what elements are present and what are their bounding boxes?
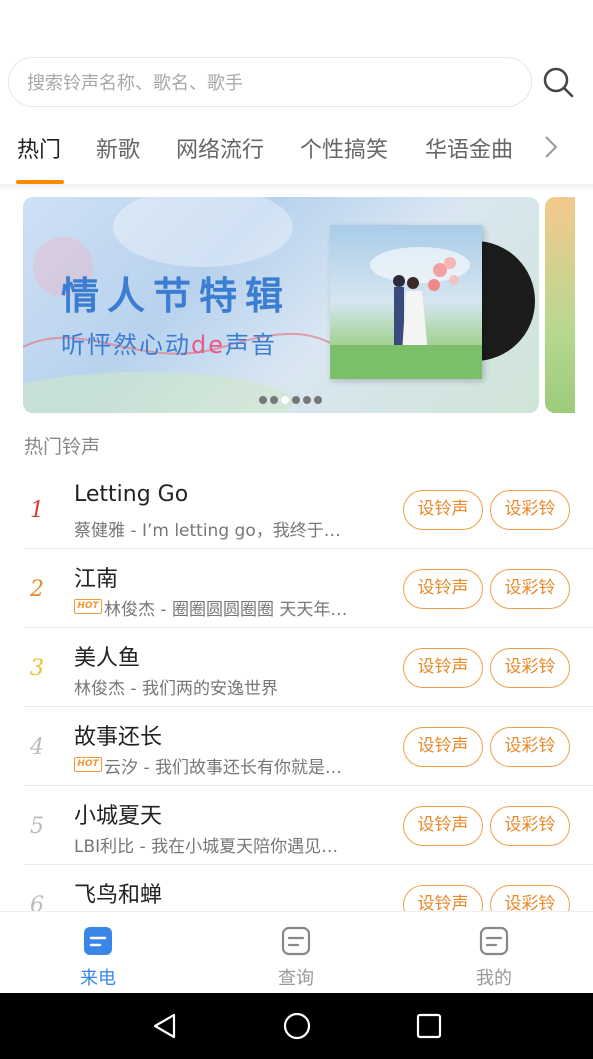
section-title: 热门铃声 [24, 436, 101, 458]
song-subtitle: 蔡健雅 - I’m letting go，我终于… [74, 521, 341, 541]
calls-icon [84, 927, 112, 955]
list-item[interactable]: 5 小城夏天 LBI利比 - 我在小城夏天陪你遇见… 设铃声 设彩铃 [0, 786, 593, 865]
set-ringtone-button[interactable]: 设铃声 [403, 806, 483, 846]
rank-number: 3 [30, 656, 44, 681]
tab-shadow [0, 184, 593, 192]
set-color-ring-button[interactable]: 设彩铃 [490, 727, 570, 767]
tab-chinese-classics[interactable]: 华语金曲 [425, 132, 513, 164]
hot-badge: HOT [74, 599, 102, 614]
category-tabs: 热门 新歌 网络流行 个性搞笑 华语金曲 [0, 120, 593, 184]
rank-number: 4 [30, 735, 44, 760]
promo-banner[interactable]: 情人节特辑 听怦然心动de声音 [23, 197, 539, 413]
rank-number: 1 [30, 498, 44, 523]
banner-subtitle: 听怦然心动de声音 [61, 331, 277, 359]
list-item[interactable]: 1 Letting Go 蔡健雅 - I’m letting go，我终于… 设铃声设… [0, 470, 593, 549]
search-bar: 搜索铃声名称、歌名、歌手 [8, 57, 577, 107]
list-item[interactable]: 4 故事还长 HOT 云汐 - 我们故事还长有你就是… 设铃声 设彩铃 [0, 707, 593, 786]
set-ringtone-button[interactable]: 设铃声 [403, 648, 483, 688]
search-input[interactable]: 搜索铃声名称、歌名、歌手 [8, 57, 532, 107]
page-dot [303, 396, 311, 404]
page-dot [259, 396, 267, 404]
set-color-ring-button[interactable]: 设彩铃 [490, 569, 570, 609]
set-ringtone-button[interactable]: 设铃声 [403, 490, 483, 530]
chevron-right-icon[interactable] [540, 132, 562, 162]
nav-label-mine: 我的 [476, 968, 512, 989]
song-title: Letting Go [74, 482, 189, 507]
system-navigation-bar [0, 993, 593, 1059]
banner-page-indicator [259, 396, 322, 404]
list-item[interactable]: 2 江南 HOT 林俊杰 - 圈圈圆圆圈圈 天天年… 设铃声 设彩铃 [0, 549, 593, 628]
song-subtitle: LBI利比 - 我在小城夏天陪你遇见… [74, 837, 339, 857]
tab-hot[interactable]: 热门 [17, 132, 61, 164]
query-icon [281, 926, 311, 956]
set-ringtone-button[interactable]: 设铃声 [403, 569, 483, 609]
home-icon[interactable] [282, 1011, 312, 1041]
set-color-ring-button[interactable]: 设彩铃 [490, 648, 570, 688]
recents-icon[interactable] [414, 1011, 444, 1041]
song-subtitle: 云汐 - 我们故事还长有你就是… [104, 758, 342, 778]
list-item[interactable]: 3 美人鱼林俊杰 - 我们两的安逸世界 设铃声 设彩铃 [0, 628, 593, 707]
set-color-ring-button[interactable]: 设彩铃 [490, 490, 570, 530]
page-dot-active [281, 396, 289, 404]
nav-item-calls[interactable]: 来电 [58, 926, 138, 990]
banner-title: 情人节特辑 [61, 274, 292, 318]
nav-item-query[interactable]: 查询 [256, 926, 336, 990]
song-subtitle: 林俊杰 - 我们两的安逸世界 [74, 679, 278, 699]
nav-label-calls: 来电 [80, 968, 116, 989]
song-title: 江南 [74, 567, 119, 592]
song-title: 故事还长 [74, 725, 163, 750]
rank-number: 5 [30, 814, 44, 839]
next-banner-peek[interactable] [545, 197, 575, 413]
nav-item-mine[interactable]: 我的 [454, 926, 534, 990]
song-title: 美人鱼 [74, 646, 141, 671]
song-title: 小城夏天 [74, 804, 163, 829]
tab-new-songs[interactable]: 新歌 [96, 132, 140, 164]
tab-internet-popular[interactable]: 网络流行 [176, 132, 264, 164]
tab-funny[interactable]: 个性搞笑 [300, 132, 388, 164]
album-cover-image [330, 225, 482, 379]
rank-number: 2 [30, 577, 44, 602]
page-dot [292, 396, 300, 404]
search-icon[interactable] [541, 65, 575, 99]
profile-icon [479, 926, 509, 956]
back-icon[interactable] [150, 1011, 180, 1041]
hot-badge: HOT [74, 757, 102, 772]
bottom-navigation: 来电 查询 我的 [0, 911, 593, 993]
page-dot [270, 396, 278, 404]
song-title: 飞鸟和蝉 [74, 883, 163, 908]
set-ringtone-button[interactable]: 设铃声 [403, 727, 483, 767]
song-subtitle: 林俊杰 - 圈圈圆圆圈圈 天天年… [104, 600, 348, 620]
search-placeholder: 搜索铃声名称、歌名、歌手 [27, 73, 243, 94]
nav-label-query: 查询 [278, 968, 314, 989]
set-color-ring-button[interactable]: 设彩铃 [490, 806, 570, 846]
page-dot [314, 396, 322, 404]
